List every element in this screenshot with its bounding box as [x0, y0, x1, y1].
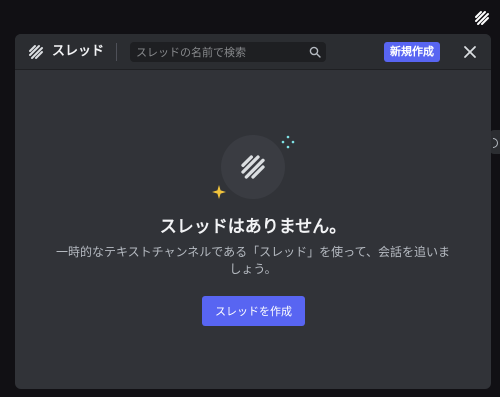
- empty-state-title: スレッドはありません。: [159, 217, 347, 237]
- app-window: スレッド 新規作成: [0, 0, 500, 397]
- threads-icon[interactable]: [472, 8, 492, 28]
- create-thread-button[interactable]: スレッドを作成: [202, 296, 305, 326]
- close-icon[interactable]: [460, 42, 480, 62]
- threads-panel: スレッド 新規作成: [15, 34, 491, 389]
- header-divider: [116, 43, 117, 61]
- threads-icon: [241, 155, 265, 179]
- empty-threads-illustration: [221, 135, 285, 199]
- threads-panel-header: スレッド 新規作成: [15, 34, 491, 70]
- empty-state-description: 一時的なテキストチャンネルである「スレッド」を使って、会話を追いましょう。: [56, 245, 450, 276]
- sparkle-icon: [281, 135, 295, 149]
- threads-icon: [27, 43, 45, 61]
- thread-search: [130, 42, 326, 62]
- panel-title: スレッド: [52, 44, 105, 59]
- side-panel-handle[interactable]: [490, 130, 500, 154]
- search-icon: [309, 46, 321, 58]
- sparkle-icon: [212, 185, 226, 199]
- thread-search-input[interactable]: [130, 42, 306, 62]
- create-thread-button-header[interactable]: 新規作成: [384, 42, 440, 62]
